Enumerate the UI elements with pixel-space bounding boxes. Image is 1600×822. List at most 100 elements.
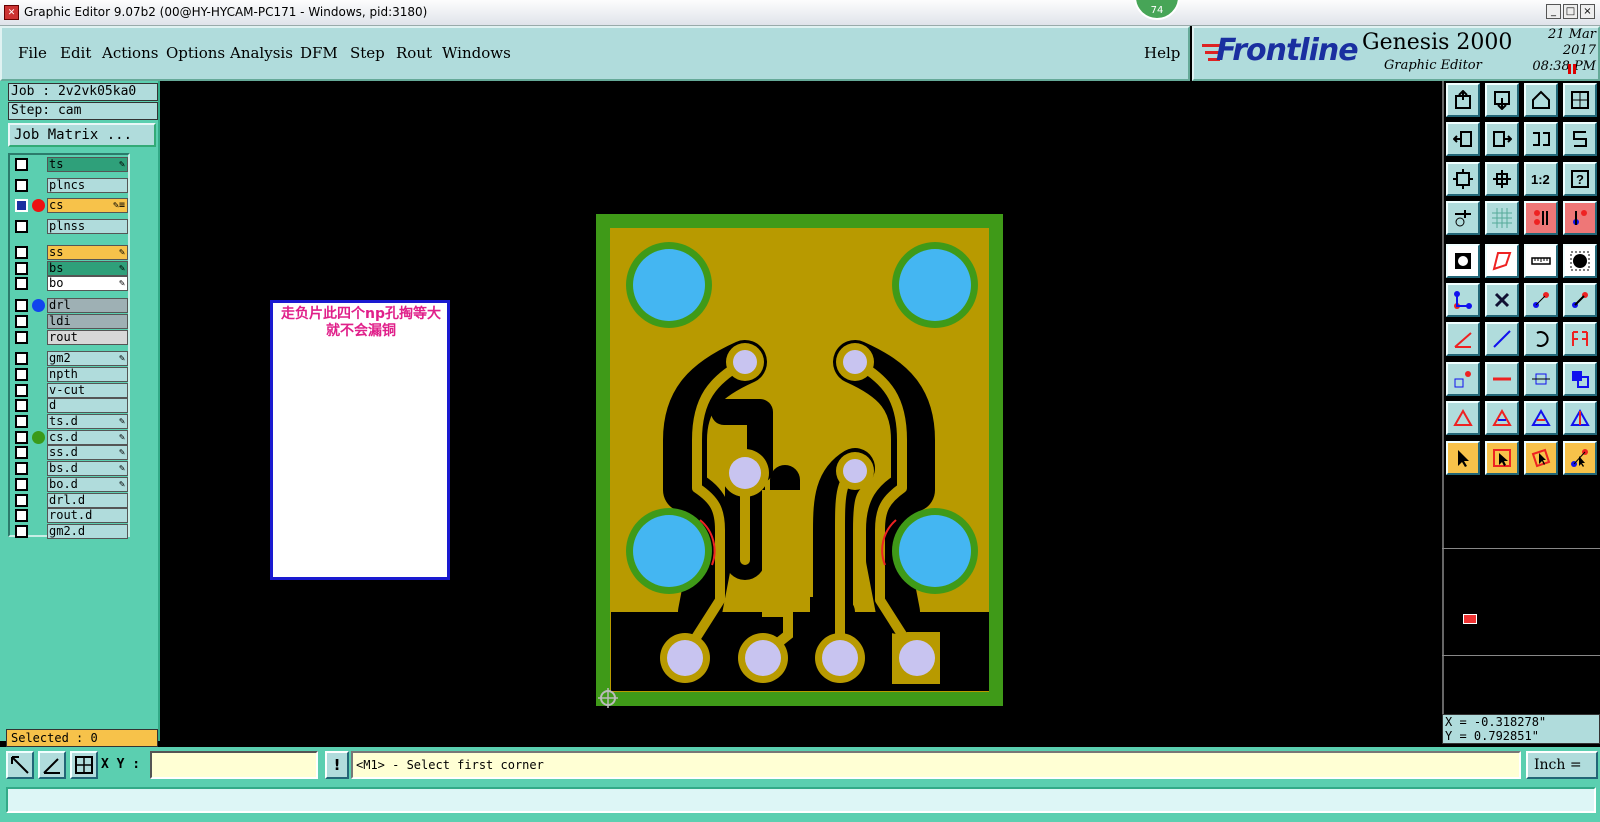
layer-name[interactable]: bo ✎ (47, 276, 128, 292)
rotate-icon[interactable] (1524, 322, 1558, 357)
menu-dfm[interactable]: DFM (300, 44, 338, 62)
pan-right-icon[interactable] (1485, 122, 1519, 157)
layer-row-npth[interactable]: npth (12, 366, 128, 382)
copy-icon[interactable] (1563, 361, 1597, 396)
home-icon[interactable] (1524, 83, 1558, 117)
angle-icon[interactable] (38, 751, 66, 779)
polygon-icon[interactable] (1485, 243, 1519, 278)
layer-checkbox[interactable] (15, 219, 28, 233)
layer-checkbox[interactable] (15, 430, 28, 444)
layer-checkbox[interactable] (15, 246, 28, 259)
menu-windows[interactable]: Windows (442, 44, 511, 62)
move-arrow2-icon[interactable] (1563, 283, 1597, 317)
layer-checkbox[interactable] (15, 299, 28, 313)
layer-checkbox[interactable] (15, 158, 28, 171)
layer-name[interactable]: cs ✎≡ (47, 198, 128, 213)
flip-icon[interactable] (1524, 122, 1558, 157)
home-down-icon[interactable] (1485, 83, 1519, 117)
mirror-icon[interactable] (1563, 322, 1597, 357)
grid-snap-icon[interactable] (70, 751, 98, 779)
layer-checkbox[interactable] (15, 383, 28, 397)
warning-button[interactable]: ! (325, 751, 349, 779)
layer-checkbox[interactable] (15, 261, 28, 275)
layer-row-plnss[interactable]: plnss (12, 218, 128, 234)
cross-icon[interactable] (1485, 283, 1519, 317)
layer-name[interactable]: rout.d (47, 508, 128, 524)
layer-name[interactable]: ldi (47, 313, 128, 329)
move-arrow-icon[interactable] (1524, 283, 1558, 317)
layer-checkbox[interactable] (15, 352, 28, 366)
layer-name[interactable]: rout (47, 329, 128, 345)
menu-actions[interactable]: Actions (102, 44, 158, 62)
select-net-icon[interactable] (1563, 440, 1597, 475)
layer-checkbox[interactable] (15, 199, 28, 212)
snake-icon[interactable] (1563, 122, 1597, 157)
layer-row-rout-d[interactable]: rout.d (12, 508, 128, 524)
layer-row-cs-d[interactable]: cs.d ✎ (12, 429, 128, 445)
layer-row-ss-d[interactable]: ss.d ✎ (12, 445, 128, 461)
line-red-icon[interactable] (1485, 361, 1519, 396)
layer-row-ts-d[interactable]: ts.d ✎ (12, 414, 128, 429)
move-pt-icon[interactable] (1446, 361, 1480, 396)
tri3-icon[interactable] (1524, 401, 1558, 436)
layer-name[interactable]: bs.d ✎ (47, 461, 128, 477)
help-icon[interactable]: ? (1563, 161, 1597, 196)
layer-name[interactable]: ss ✎ (47, 245, 128, 260)
paint-icon[interactable] (1446, 201, 1480, 236)
layer-checkbox[interactable] (15, 314, 28, 328)
layer-name[interactable]: gm2 ✎ (47, 351, 128, 367)
layer-row-gm2[interactable]: gm2 ✎ (12, 351, 128, 367)
home-up-icon[interactable] (1446, 83, 1480, 117)
resize-icon[interactable] (1524, 361, 1558, 396)
layer-name[interactable]: bo.d ✎ (47, 476, 128, 492)
job-matrix-button[interactable]: Job Matrix ... (8, 123, 156, 147)
ruler-icon[interactable] (1524, 243, 1558, 278)
layer-red-icon[interactable] (1524, 201, 1558, 236)
layer-checkbox[interactable] (15, 399, 28, 413)
layer-row-bo-d[interactable]: bo.d ✎ (12, 476, 128, 492)
dot-icon[interactable] (1563, 243, 1597, 278)
select-box-icon[interactable] (1485, 440, 1519, 475)
layer-row-drl-d[interactable]: drl.d (12, 492, 128, 508)
xy-input[interactable] (150, 751, 318, 779)
layer-row-ldi[interactable]: ldi (12, 313, 128, 329)
connect-icon[interactable] (1446, 283, 1480, 317)
layer-checkbox[interactable] (15, 277, 28, 291)
angle-icon[interactable] (1446, 322, 1480, 357)
layer-name[interactable]: ss.d ✎ (47, 445, 128, 461)
close-button[interactable]: × (1580, 4, 1595, 19)
layer-checkbox[interactable] (15, 330, 28, 344)
menu-edit[interactable]: Edit (60, 44, 91, 62)
fit-icon[interactable] (1446, 161, 1480, 196)
menu-rout[interactable]: Rout (396, 44, 432, 62)
menu-analysis[interactable]: Analysis (230, 44, 293, 62)
layer-name[interactable]: drl.d (47, 492, 128, 508)
menu-step[interactable]: Step (350, 44, 385, 62)
unit-selector[interactable]: Inch = (1526, 751, 1598, 779)
layer-checkbox[interactable] (15, 446, 28, 460)
grid-icon[interactable] (1485, 201, 1519, 236)
layer-name[interactable]: ts.d ✎ (47, 414, 128, 429)
layer-row-bs-d[interactable]: bs.d ✎ (12, 461, 128, 477)
layer-row-bs[interactable]: bs ✎ (12, 260, 128, 276)
layer-checkbox[interactable] (15, 524, 28, 538)
layer-name[interactable]: gm2.d (47, 523, 128, 539)
select-poly-icon[interactable] (1524, 440, 1558, 475)
layer-row-plncs[interactable]: plncs (12, 177, 128, 193)
select-icon[interactable] (1446, 440, 1480, 475)
layer-name[interactable]: bs ✎ (47, 260, 128, 276)
tri-icon[interactable] (1446, 401, 1480, 436)
layer-row-drl[interactable]: drl (12, 298, 128, 314)
grid-corner-icon[interactable] (1563, 83, 1597, 117)
snap-icon[interactable] (6, 751, 34, 779)
layer-row-rout[interactable]: rout (12, 329, 128, 345)
layer-row-ss[interactable]: ss ✎ (12, 245, 128, 260)
layer-name[interactable]: plncs (47, 177, 128, 193)
zoom-fit-icon[interactable] (1485, 161, 1519, 196)
maximize-button[interactable]: □ (1563, 4, 1578, 19)
layer-name[interactable]: drl (47, 298, 128, 314)
layer-row-v-cut[interactable]: v-cut (12, 382, 128, 398)
tri2-icon[interactable] (1485, 401, 1519, 436)
layer-checkbox[interactable] (15, 178, 28, 192)
layer-name[interactable]: cs.d ✎ (47, 429, 128, 445)
